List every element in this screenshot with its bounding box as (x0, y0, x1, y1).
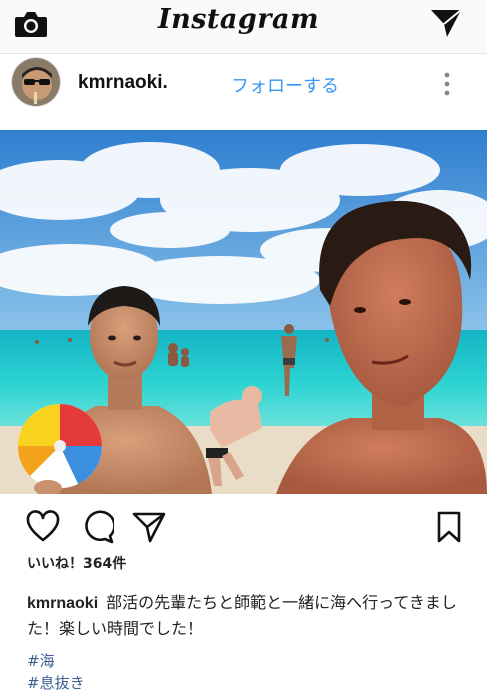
post-caption: kmrnaoki 部活の先輩たちと師範と一緒に海へ行ってきました！楽しい時間でした… (27, 590, 467, 641)
beach-photo-image (0, 130, 487, 494)
hashtag[interactable]: #息抜き (27, 672, 85, 693)
avatar-image (12, 58, 60, 106)
bookmark-icon[interactable] (432, 510, 466, 544)
vertical-dots-icon[interactable] (437, 70, 457, 100)
follow-button[interactable]: フォローする (231, 72, 339, 98)
post-actions (0, 500, 487, 550)
post-photo[interactable] (0, 130, 487, 494)
likes-count[interactable]: いいね！364件 (27, 553, 126, 573)
heart-icon[interactable] (26, 510, 60, 544)
caption-username[interactable]: kmrnaoki (27, 595, 98, 612)
comment-bubble-icon[interactable] (80, 510, 114, 544)
post-header: kmrnaoki. フォローする (0, 55, 487, 115)
post-username[interactable]: kmrnaoki. (78, 72, 168, 94)
paper-plane-icon[interactable] (132, 510, 166, 544)
hashtag[interactable]: #海 (27, 650, 55, 671)
avatar[interactable] (11, 57, 61, 107)
paper-plane-icon[interactable] (430, 8, 462, 38)
app-logo: Instagram (157, 4, 320, 35)
top-navigation-bar: Instagram (0, 0, 487, 54)
